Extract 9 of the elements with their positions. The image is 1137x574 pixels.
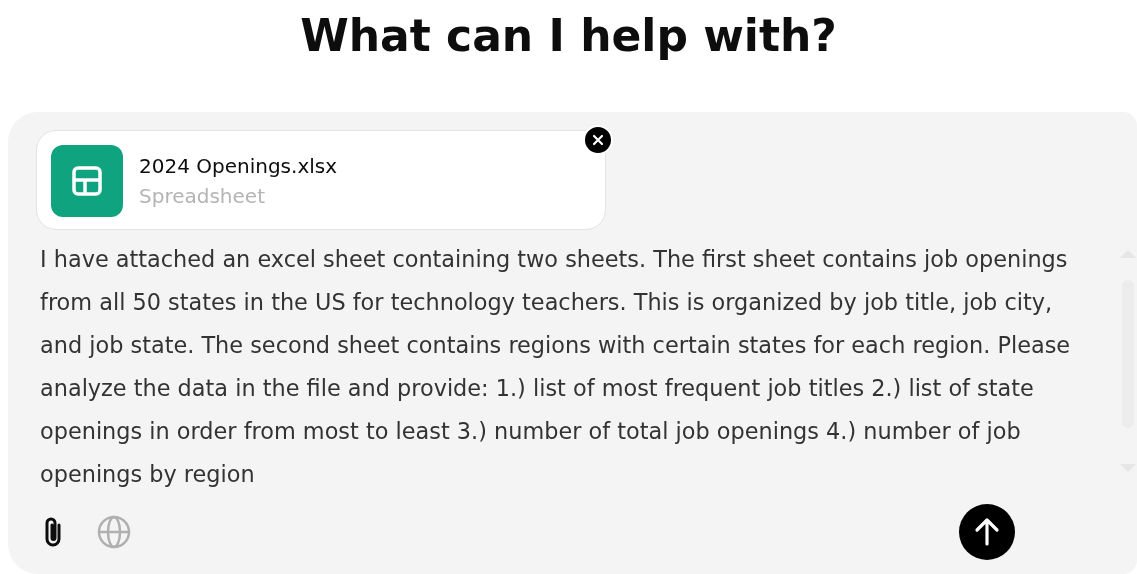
heading: What can I help with?: [299, 9, 838, 63]
send-button[interactable]: [959, 504, 1015, 560]
message-text[interactable]: I have attached an excel sheet containing two sheets. The first sheet contains job openings from all 50 states in the US for technology teachers. This is organized by job title, job city, and job state. The second sheet contains regions with certain states for each region. Please analyze the data in the file and provide: 1.) list of most frequent job titles 2.) list of state openings in order from most to least 3.) number of total job openings 4.) number of job openings by region: [40, 238, 1080, 496]
close-icon: [592, 134, 604, 146]
table-icon: [51, 145, 123, 217]
file-name: 2024 Openings.xlsx: [139, 153, 338, 180]
close-button[interactable]: [583, 125, 613, 155]
arrow-up-icon: [973, 517, 1001, 547]
file-type: Spreadsheet: [139, 183, 266, 210]
